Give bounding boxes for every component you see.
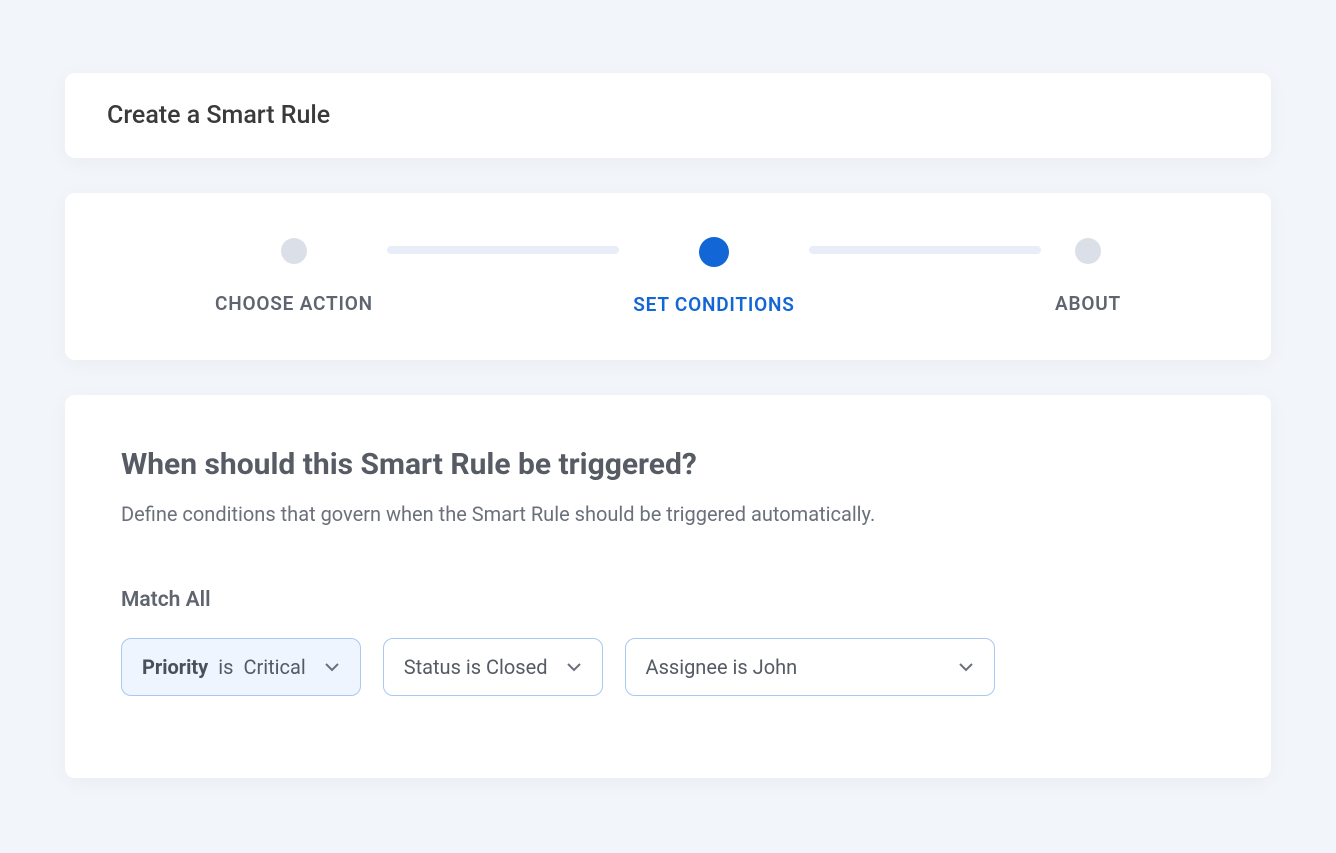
conditions-subheading: Define conditions that govern when the S… [121,502,1215,526]
condition-assignee[interactable]: Assignee is John [625,638,995,696]
conditions-card: When should this Smart Rule be triggered… [65,395,1271,778]
condition-key: Priority [142,655,208,679]
step-connector-line [809,246,1041,254]
step-label: SET CONDITIONS [633,293,794,316]
condition-operator: is [218,655,233,679]
condition-text: Status is Closed [404,655,548,679]
condition-value: Critical [243,655,305,679]
step-connector-line [387,246,619,254]
step-about[interactable]: ABOUT [1055,238,1121,315]
step-label: CHOOSE ACTION [215,292,373,315]
page-title: Create a Smart Rule [107,101,1229,130]
conditions-row: Priority is Critical Status is Closed As… [121,638,1215,696]
step-choose-action[interactable]: CHOOSE ACTION [215,238,373,315]
step-dot-icon [281,238,307,264]
header-card: Create a Smart Rule [65,73,1271,158]
conditions-heading: When should this Smart Rule be triggered… [121,447,1215,482]
chevron-down-icon [958,662,974,672]
condition-priority[interactable]: Priority is Critical [121,638,361,696]
step-dot-icon [699,237,729,267]
step-dot-icon [1075,238,1101,264]
condition-text: Assignee is John [646,655,798,679]
step-label: ABOUT [1055,292,1121,315]
condition-status[interactable]: Status is Closed [383,638,603,696]
chevron-down-icon [566,662,582,672]
chevron-down-icon [324,662,340,672]
stepper-card: CHOOSE ACTION SET CONDITIONS ABOUT [65,193,1271,360]
match-all-label: Match All [121,588,1215,612]
step-set-conditions[interactable]: SET CONDITIONS [633,237,794,316]
stepper: CHOOSE ACTION SET CONDITIONS ABOUT [215,237,1121,316]
